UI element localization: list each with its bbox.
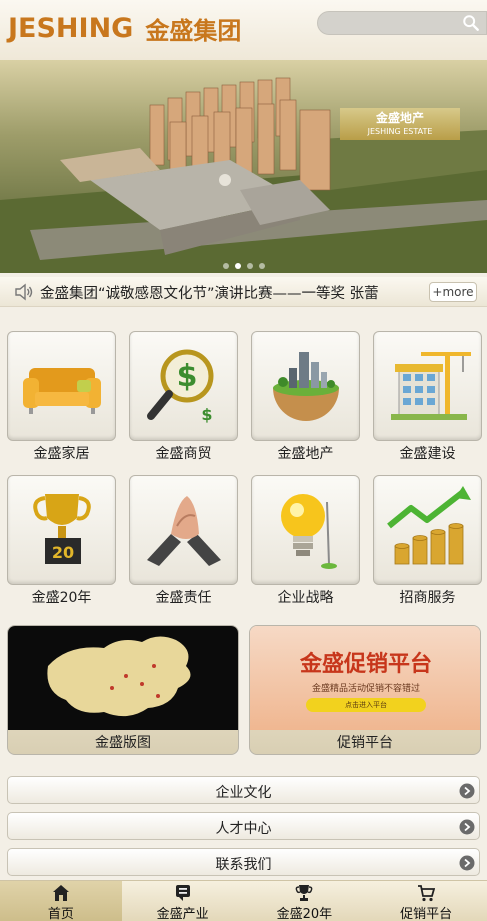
carousel-dot[interactable] [222,263,229,269]
bottom-nav: 首页 金盛产业 金盛20年 促销平台 [0,880,487,921]
tile-investment-service[interactable] [373,475,482,585]
header: JESHING 金盛集团 [0,0,487,60]
sofa-icon [23,368,101,414]
coins-growth-icon [387,486,471,565]
logo-chinese: 金盛集团 [145,16,242,45]
handshake-icon [147,496,221,566]
nav-industry[interactable]: 金盛产业 [122,881,244,921]
globe-buildings-icon [273,352,339,421]
tile-label: 金盛商贸 [155,446,212,462]
promo-title: 金盛促销平台 [299,652,432,677]
nav-label: 金盛20年 [276,907,333,921]
svg-text:$: $ [177,359,198,394]
news-ticker: 金盛集团“诚敬感恩文化节”演讲比赛——一等奖 张蕾 +more [0,277,487,307]
card-label: 金盛版图 [95,735,151,751]
tile-jinsheng-20-years[interactable]: 20 [7,475,116,585]
carousel-dots [0,263,487,269]
arrow-right-icon [459,783,475,799]
lightbulb-icon [281,494,337,569]
banner-image [0,60,487,273]
row-label: 企业文化 [215,785,272,801]
tile-jinsheng-estate[interactable] [251,331,360,441]
svg-text:20: 20 [52,543,74,562]
carousel-dot[interactable] [246,263,253,269]
row-talent-center[interactable]: 人才中心 [7,812,480,840]
nav-label: 首页 [47,907,74,921]
card-territory-map[interactable]: 金盛版图 [7,625,239,755]
tile-label: 企业战略 [277,590,334,606]
tile-label: 金盛家居 [33,446,90,462]
magnifier-dollar-icon: $ $ [147,349,214,424]
tile-label: 金盛责任 [155,590,212,606]
carousel-dot[interactable] [258,263,265,269]
construction-crane-icon [391,352,471,420]
more-button[interactable]: +more [429,282,477,302]
search-icon[interactable] [462,14,480,32]
search-input[interactable] [318,12,458,34]
row-contact-us[interactable]: 联系我们 [7,848,480,876]
cart-icon [418,885,436,902]
tile-jinsheng-construction[interactable] [373,331,482,441]
trophy-icon [296,885,313,901]
tile-strategy[interactable] [251,475,360,585]
china-map-icon [8,626,238,730]
arrow-right-icon [459,819,475,835]
speaker-icon [15,283,33,301]
row-label: 人才中心 [215,821,272,837]
carousel-dot-active[interactable] [234,263,241,269]
card-label: 促销平台 [337,735,393,751]
promo-enter-button[interactable]: 点击进入平台 [306,698,426,712]
row-label: 联系我们 [215,857,272,873]
nav-label: 金盛产业 [156,907,209,921]
nav-promotion[interactable]: 促销平台 [365,881,487,921]
industry-icon [175,885,190,901]
banner-carousel[interactable]: 金盛地产 JESHING ESTATE [0,60,487,273]
estate-badge-en: JESHING ESTATE [367,127,433,136]
tile-label: 金盛20年 [31,590,92,606]
card-promotion-platform[interactable]: 金盛促销平台 金盛精品活动促销不容错过 点击进入平台 促销平台 [249,625,481,755]
tile-jinsheng-home[interactable] [7,331,116,441]
logo[interactable]: JESHING 金盛集团 [8,8,241,48]
nav-home[interactable]: 首页 [0,881,122,921]
estate-badge-cn: 金盛地产 [375,111,424,125]
tile-label: 金盛建设 [399,446,456,462]
promo-subtitle: 金盛精品活动促销不容错过 [311,684,420,694]
tile-jinsheng-trade[interactable]: $ $ [129,331,238,441]
home-icon [52,885,69,901]
search-box [317,11,487,35]
promotion-banner [250,626,480,730]
arrow-right-icon [459,855,475,871]
estate-badge: 金盛地产 JESHING ESTATE [340,108,460,140]
tile-label: 金盛地产 [277,446,334,462]
tile-jinsheng-responsibility[interactable] [129,475,238,585]
news-headline[interactable]: 金盛集团“诚敬感恩文化节”演讲比赛——一等奖 张蕾 [40,282,420,303]
svg-text:$: $ [201,405,212,424]
logo-english: JESHING [8,12,134,44]
trophy-icon: 20 [33,494,91,564]
tile-label: 招商服务 [399,590,456,606]
nav-20-years[interactable]: 金盛20年 [244,881,366,921]
nav-label: 促销平台 [400,907,453,921]
row-corporate-culture[interactable]: 企业文化 [7,776,480,804]
